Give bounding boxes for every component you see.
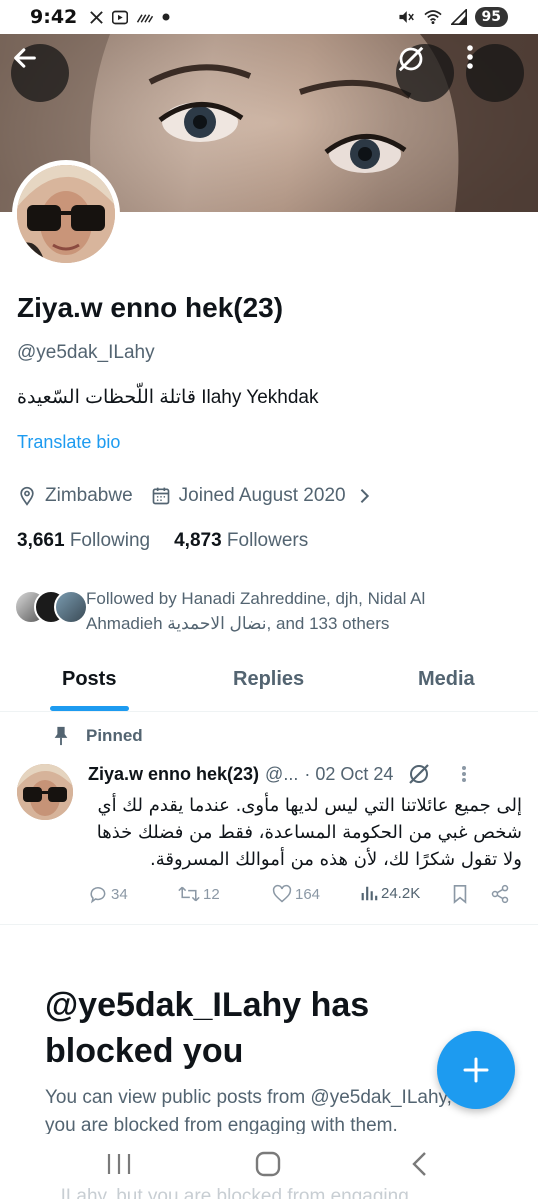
tab-posts[interactable]: Posts	[62, 668, 116, 691]
repost-button[interactable]: 12	[178, 884, 220, 904]
ghost-text: _ILahy, but you are blocked from engagin…	[50, 1186, 409, 1199]
translate-bio-link[interactable]: Translate bio	[17, 432, 120, 453]
post-avatar[interactable]	[17, 764, 73, 820]
profile-avatar[interactable]	[12, 160, 120, 268]
followers-label: Followers	[226, 530, 309, 551]
profile-meta: Zimbabwe Joined August 2020	[17, 485, 380, 507]
views-button[interactable]: 24.2K	[360, 884, 420, 902]
active-tab-indicator	[50, 706, 129, 711]
profile-name: Ziya.w enno hek(23)	[17, 292, 284, 323]
reply-count: 34	[111, 885, 128, 903]
compose-post-button[interactable]	[437, 1031, 515, 1109]
chevron-right-icon[interactable]	[358, 487, 372, 505]
blocked-description: You can view public posts from @ye5dak_I…	[45, 1087, 484, 1134]
post-date[interactable]: · 02 Oct 24	[304, 764, 393, 785]
more-vertical-icon[interactable]	[461, 765, 467, 783]
grok-icon[interactable]	[407, 762, 431, 786]
following-label: Following	[69, 530, 151, 551]
no-signal-icon	[137, 14, 154, 23]
home-icon[interactable]	[255, 1151, 281, 1177]
profile-tabs: Posts Replies Media	[0, 650, 538, 712]
post-author-name[interactable]: Ziya.w enno hek(23)	[88, 764, 259, 785]
followers-link[interactable]: 4,873 Followers	[174, 530, 308, 552]
signal-icon	[450, 9, 467, 25]
followed-by-text: Followed by Hanadi Zahreddine, djh, Nida…	[86, 589, 426, 633]
blocked-title: @ye5dak_ILahy has blocked you	[45, 986, 370, 1070]
back-arrow-icon	[14, 48, 36, 68]
plus-icon	[463, 1057, 489, 1083]
dot-icon	[162, 13, 170, 21]
wifi-icon	[423, 10, 442, 25]
post-text[interactable]: إلى جميع عائلاتنا التي ليس لديها مأوى. ع…	[80, 792, 522, 873]
reply-button[interactable]: 34	[88, 884, 128, 904]
profile-handle: @ye5dak_ILahy	[17, 342, 155, 363]
share-button[interactable]	[490, 884, 510, 904]
post-header: Ziya.w enno hek(23) @... · 02 Oct 24	[88, 762, 528, 786]
status-right-icons: 95	[397, 7, 508, 27]
share-icon	[491, 884, 509, 904]
profile-bio: قاتلة اللّحظات السّعيدة Ilahy Yekhdak	[17, 387, 319, 408]
tab-media[interactable]: Media	[418, 668, 475, 691]
profile-joined: Joined August 2020	[178, 485, 346, 506]
back-nav-icon[interactable]	[410, 1151, 428, 1177]
repost-icon	[178, 886, 200, 902]
location-icon	[17, 486, 37, 506]
heart-icon	[272, 884, 292, 903]
tab-replies[interactable]: Replies	[233, 668, 304, 691]
post-actions: 34 12 164 24.2K	[88, 884, 518, 908]
pinned-label: Pinned	[86, 726, 143, 745]
profile-location: Zimbabwe	[45, 485, 133, 506]
back-button[interactable]	[11, 44, 69, 102]
followed-by[interactable]: Followed by Hanadi Zahreddine, djh, Nida…	[14, 586, 466, 636]
avatar-image	[17, 165, 115, 263]
x-logo-icon	[90, 10, 104, 24]
like-count: 164	[295, 885, 321, 903]
followed-by-avatars	[14, 590, 88, 630]
more-options-button[interactable]	[466, 44, 524, 102]
grok-button[interactable]	[396, 44, 454, 102]
like-button[interactable]: 164	[272, 884, 320, 904]
repost-count: 12	[203, 885, 220, 903]
following-link[interactable]: 3,661 Following	[17, 530, 150, 552]
followers-count: 4,873	[174, 530, 222, 551]
recent-apps-icon[interactable]	[106, 1152, 132, 1176]
video-icon	[112, 10, 129, 24]
following-count: 3,661	[17, 530, 65, 551]
bookmark-icon	[453, 885, 467, 904]
views-count: 24.2K	[381, 884, 421, 902]
reply-icon	[90, 887, 106, 904]
bookmark-button[interactable]	[452, 884, 468, 904]
status-time: 9:42	[30, 6, 78, 28]
calendar-icon	[151, 486, 171, 506]
status-left-icons	[89, 10, 170, 25]
more-vertical-icon	[467, 45, 473, 69]
status-bar: 9:42 95	[0, 0, 538, 34]
battery-indicator: 95	[474, 7, 508, 27]
mini-avatar	[54, 590, 88, 624]
grok-icon	[398, 46, 424, 72]
pinned-label-row: Pinned	[52, 726, 143, 746]
follow-stats: 3,661 Following 4,873 Followers	[17, 530, 308, 552]
pin-icon	[54, 726, 68, 746]
post-author-handle[interactable]: @...	[265, 764, 298, 785]
mute-icon	[398, 11, 414, 23]
divider	[0, 924, 538, 925]
views-chart-icon	[361, 886, 378, 901]
